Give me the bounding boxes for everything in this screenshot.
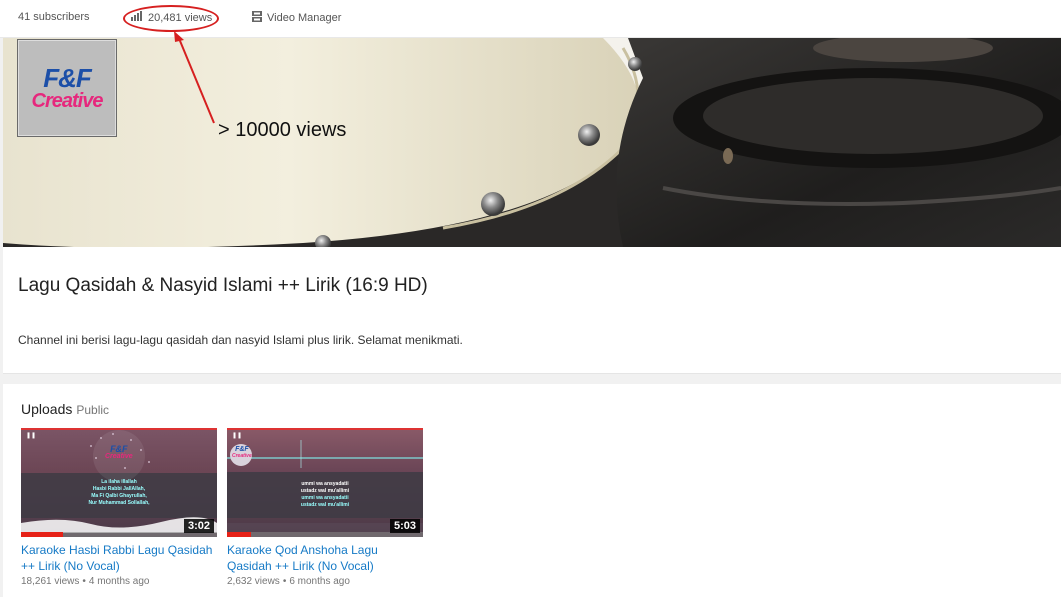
- video-meta: 2,632 views • 6 months ago: [227, 576, 423, 587]
- thumbnail-logo: F&F Creative: [232, 446, 252, 459]
- channel-title: Lagu Qasidah & Nasyid Islami ++ Lirik (1…: [18, 275, 428, 296]
- subscriber-count: 41 subscribers: [18, 11, 90, 23]
- meta-separator: •: [82, 576, 86, 587]
- lyric-line: ustadz wal mu'allimi: [300, 502, 350, 508]
- lyric-line: Ma Fi Qalbi Ghayrullah,: [91, 493, 147, 499]
- views-link[interactable]: 20,481 views: [131, 11, 212, 24]
- meta-separator: •: [282, 576, 287, 587]
- channel-banner: [3, 38, 1061, 247]
- lyric-line: ummi wa ansyadatii: [301, 481, 349, 487]
- uploads-heading[interactable]: Uploads Public: [21, 401, 109, 417]
- logo-text-creative: Creative: [31, 90, 104, 112]
- thumbnail-logo: F&F Creative: [105, 445, 133, 461]
- thumb-logo-creative: Creative: [232, 453, 252, 459]
- thumbnail-lyrics: ummi wa ansyadatii ustadz wal mu'allimi …: [227, 481, 423, 509]
- lyric-line: La ilaha illallah: [101, 479, 137, 485]
- lyric-line: ummi wa ansyadatii: [301, 495, 349, 501]
- visibility-label: Public: [76, 403, 110, 417]
- bar-chart-icon: [131, 11, 148, 24]
- video-age: 4 months ago: [88, 576, 150, 587]
- lyric-line: Hasbi Rabbi JallAllah,: [92, 486, 146, 492]
- video-card[interactable]: ❚❚ F&F Creative ummi wa ansyadatii ustad…: [227, 428, 423, 587]
- video-views: 2,632 views: [227, 576, 280, 587]
- video-duration: 3:02: [183, 519, 214, 533]
- subscriber-count-label: 41 subscribers: [18, 11, 90, 23]
- video-manager-label: Video Manager: [267, 12, 342, 24]
- video-card[interactable]: ❚❚ F&F Creative La ilaha illallah Hasbi …: [21, 428, 217, 587]
- video-duration: 5:03: [389, 519, 420, 533]
- uploads-title: Uploads: [21, 401, 73, 417]
- thumb-logo-creative: Creative: [105, 453, 133, 460]
- video-thumbnail[interactable]: ❚❚ F&F Creative La ilaha illallah Hasbi …: [21, 428, 217, 537]
- svg-text:❚❚: ❚❚: [232, 432, 242, 439]
- channel-stats-bar: 41 subscribers 20,481 views Video Manage…: [0, 0, 1061, 38]
- video-title[interactable]: Karaoke Hasbi Rabbi Lagu Qasidah ++ Liri…: [21, 542, 217, 574]
- video-age: 6 months ago: [289, 576, 350, 587]
- video-manager-link[interactable]: Video Manager: [252, 11, 341, 25]
- video-title[interactable]: Karaoke Qod Anshoha Lagu Qasidah ++ Liri…: [227, 542, 423, 574]
- video-thumbnail[interactable]: ❚❚ F&F Creative ummi wa ansyadatii ustad…: [227, 428, 423, 537]
- thumb-logo-ff: F&F: [110, 444, 128, 454]
- video-views: 18,261 views: [21, 576, 80, 587]
- views-count-label: 20,481 views: [148, 11, 213, 24]
- thumbnail-lyrics: La ilaha illallah Hasbi Rabbi JallAllah,…: [21, 479, 217, 507]
- channel-info: Lagu Qasidah & Nasyid Islami ++ Lirik (1…: [3, 247, 1061, 374]
- channel-logo[interactable]: F&F Creative: [17, 39, 117, 137]
- uploads-section: Uploads Public ❚❚ F&F Creative La ilaha …: [3, 384, 1061, 597]
- channel-description: Channel ini berisi lagu-lagu qasidah dan…: [18, 333, 463, 347]
- annotation-text: > 10000 views: [218, 119, 347, 141]
- video-manager-icon: [252, 11, 267, 25]
- video-meta: 18,261 views • 4 months ago: [21, 576, 217, 587]
- lyric-line: Nur Muhammad Sollallah,: [88, 500, 150, 506]
- logo-text-ff: F&F: [43, 63, 92, 93]
- svg-text:❚❚: ❚❚: [26, 432, 36, 439]
- lyric-line: ustadz wal mu'allimi: [300, 488, 350, 494]
